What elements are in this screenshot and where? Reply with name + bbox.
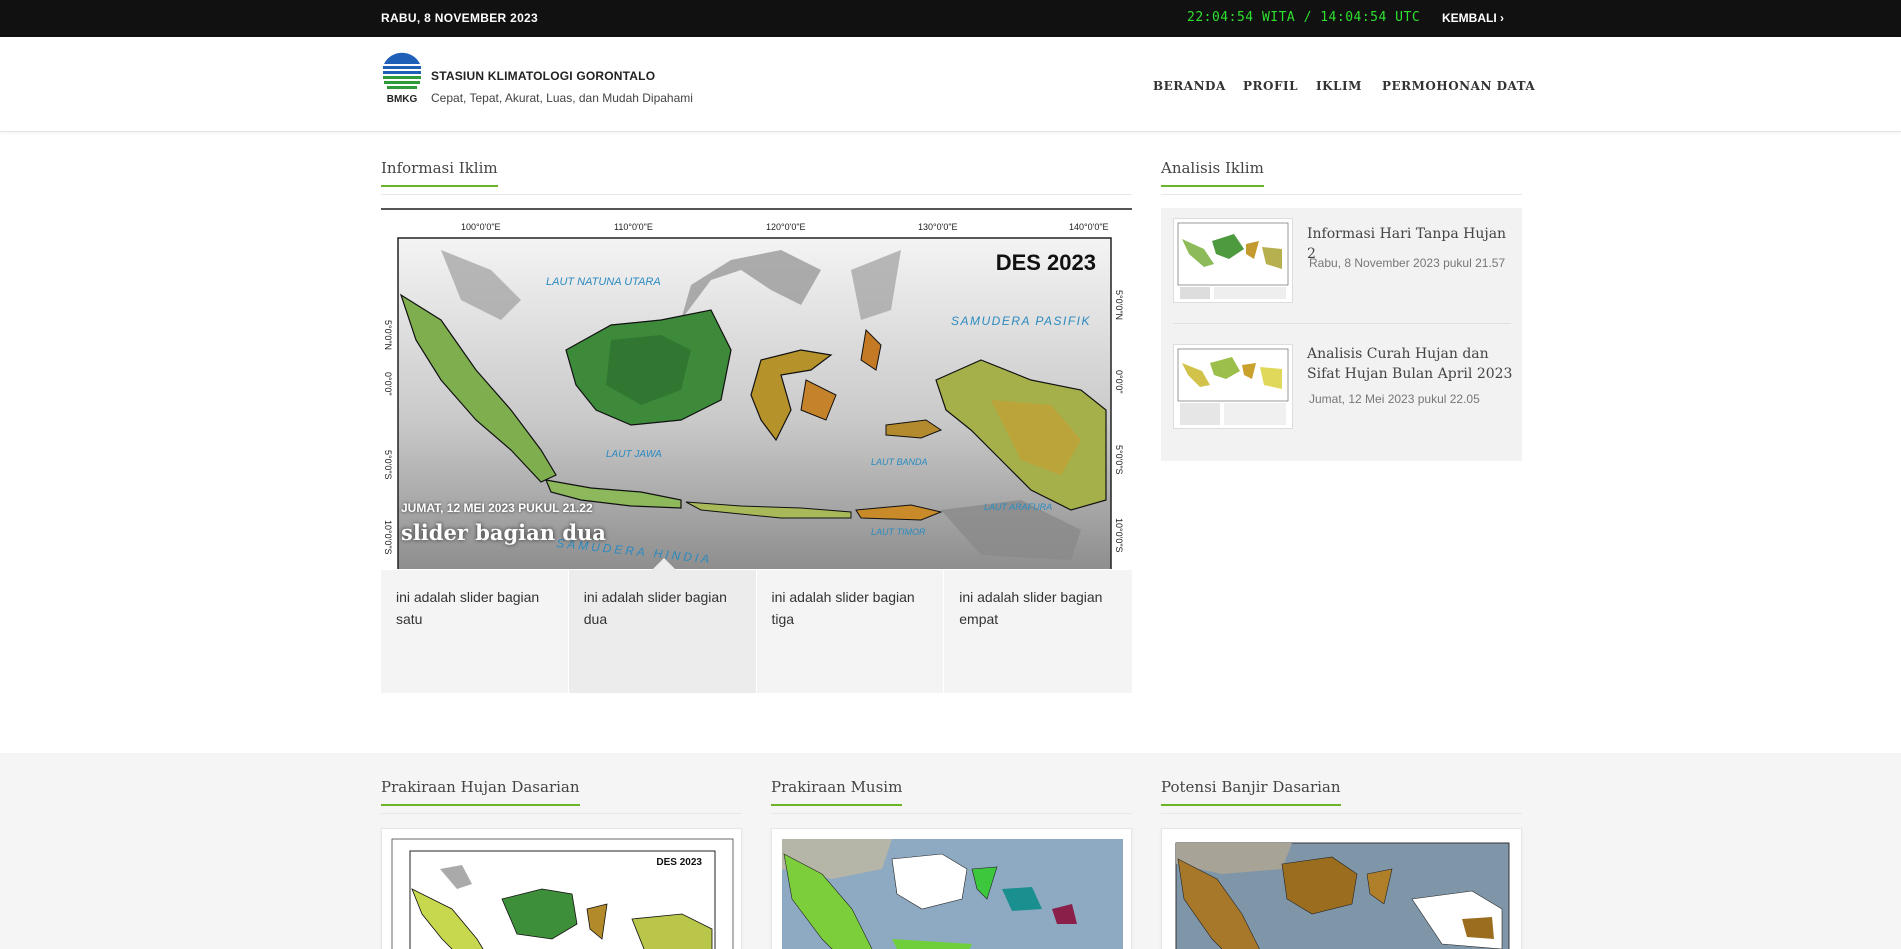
svg-text:5°0'0"N: 5°0'0"N: [383, 320, 393, 350]
svg-text:5°0'0"S: 5°0'0"S: [383, 450, 393, 480]
divider: [1173, 323, 1511, 324]
analysis-thumbnail[interactable]: [1173, 344, 1293, 429]
svg-text:DES 2023: DES 2023: [656, 857, 702, 868]
slider-thumb-4[interactable]: ini adalah slider bagian empat: [944, 570, 1132, 693]
svg-text:LAUT TIMOR: LAUT TIMOR: [871, 527, 926, 537]
slide-date: JUMAT, 12 MEI 2023 PUKUL 21.22: [401, 501, 593, 515]
svg-text:LAUT ARAFURA: LAUT ARAFURA: [984, 502, 1052, 512]
svg-text:0°0'0": 0°0'0": [383, 372, 393, 396]
svg-text:110°0'0"E: 110°0'0"E: [614, 222, 653, 232]
slider-thumb-3[interactable]: ini adalah slider bagian tiga: [757, 570, 945, 693]
site-header: BMKG STASIUN KLIMATOLOGI GORONTALO Cepat…: [0, 37, 1901, 132]
section-heading-prakiraan-musim: Prakiraan Musim: [771, 778, 1132, 814]
nav-beranda[interactable]: BERANDA: [1153, 79, 1226, 93]
svg-text:140°0'0"E: 140°0'0"E: [1069, 222, 1109, 232]
analysis-date: Jumat, 12 Mei 2023 pukul 22.05: [1309, 392, 1480, 406]
slider-map-image: 100°0'0"E 110°0'0"E 120°0'0"E 130°0'0"E …: [381, 210, 1132, 569]
section-heading-prakiraan-hujan-dasarian: Prakiraan Hujan Dasarian: [381, 778, 742, 814]
section-heading-informasi-iklim: Informasi Iklim: [381, 159, 1132, 195]
svg-text:10°0'0"S: 10°0'0"S: [1114, 518, 1124, 553]
svg-text:5°0'0"S: 5°0'0"S: [1114, 445, 1124, 475]
svg-text:5°0'0"N: 5°0'0"N: [1114, 290, 1124, 320]
analysis-item-2[interactable]: Analisis Curah Hujan dan Sifat Hujan Bul…: [1173, 344, 1512, 434]
back-link[interactable]: KEMBALI ›: [1442, 11, 1504, 25]
svg-text:100°0'0"E: 100°0'0"E: [461, 222, 501, 232]
analysis-list: Informasi Hari Tanpa Hujan 2 Rabu, 8 Nov…: [1161, 208, 1522, 461]
card-potensi-banjir-dasarian[interactable]: [1161, 828, 1522, 949]
nav-iklim[interactable]: IKLIM: [1316, 79, 1362, 93]
svg-text:0°0'0": 0°0'0": [1114, 370, 1124, 394]
section-heading-analisis-iklim: Analisis Iklim: [1161, 159, 1522, 195]
flood-potential-map-image: [1175, 842, 1510, 949]
svg-text:130°0'0"E: 130°0'0"E: [918, 222, 958, 232]
section-heading-potensi-banjir-dasarian: Potensi Banjir Dasarian: [1161, 778, 1522, 814]
rain-forecast-map-image: DES 2023: [391, 838, 734, 949]
svg-text:10°0'0"S: 10°0'0"S: [383, 520, 393, 555]
slider-thumb-2[interactable]: ini adalah slider bagian dua: [568, 570, 757, 693]
bmkg-logo[interactable]: BMKG: [381, 52, 423, 105]
svg-text:BMKG: BMKG: [387, 94, 418, 104]
svg-text:LAUT BANDA: LAUT BANDA: [871, 457, 928, 467]
current-date: RABU, 8 NOVEMBER 2023: [381, 11, 539, 25]
active-slide-indicator: [652, 558, 676, 570]
site-tagline: Cepat, Tepat, Akurat, Luas, dan Mudah Di…: [431, 91, 693, 105]
analysis-title[interactable]: Analisis Curah Hujan dan Sifat Hujan Bul…: [1307, 344, 1517, 384]
slider-thumbnails: ini adalah slider bagian satu ini adalah…: [381, 570, 1132, 693]
analysis-date: Rabu, 8 November 2023 pukul 21.57: [1309, 256, 1506, 270]
svg-text:120°0'0"E: 120°0'0"E: [766, 222, 806, 232]
svg-text:LAUT NATUNA UTARA: LAUT NATUNA UTARA: [546, 276, 661, 288]
svg-text:SAMUDERA PASIFIK: SAMUDERA PASIFIK: [951, 314, 1091, 328]
slider-thumb-1[interactable]: ini adalah slider bagian satu: [381, 570, 569, 693]
card-prakiraan-musim[interactable]: [771, 828, 1132, 949]
map-period-label: DES 2023: [996, 250, 1096, 275]
season-forecast-map-image: [782, 839, 1123, 949]
live-clock: 22:04:54 WITA / 14:04:54 UTC: [1187, 10, 1421, 25]
svg-text:LAUT JAWA: LAUT JAWA: [606, 449, 662, 460]
card-prakiraan-hujan-dasarian[interactable]: DES 2023: [381, 828, 742, 949]
slide-title[interactable]: slider bagian dua: [401, 520, 606, 545]
nav-profil[interactable]: PROFIL: [1243, 79, 1298, 93]
analysis-item-1[interactable]: Informasi Hari Tanpa Hujan 2 Rabu, 8 Nov…: [1173, 218, 1511, 308]
nav-permohonan-data[interactable]: PERMOHONAN DATA: [1382, 79, 1535, 93]
site-title[interactable]: STASIUN KLIMATOLOGI GORONTALO: [431, 69, 655, 83]
analysis-thumbnail[interactable]: [1173, 218, 1293, 303]
top-bar: RABU, 8 NOVEMBER 2023 22:04:54 WITA / 14…: [0, 0, 1901, 37]
